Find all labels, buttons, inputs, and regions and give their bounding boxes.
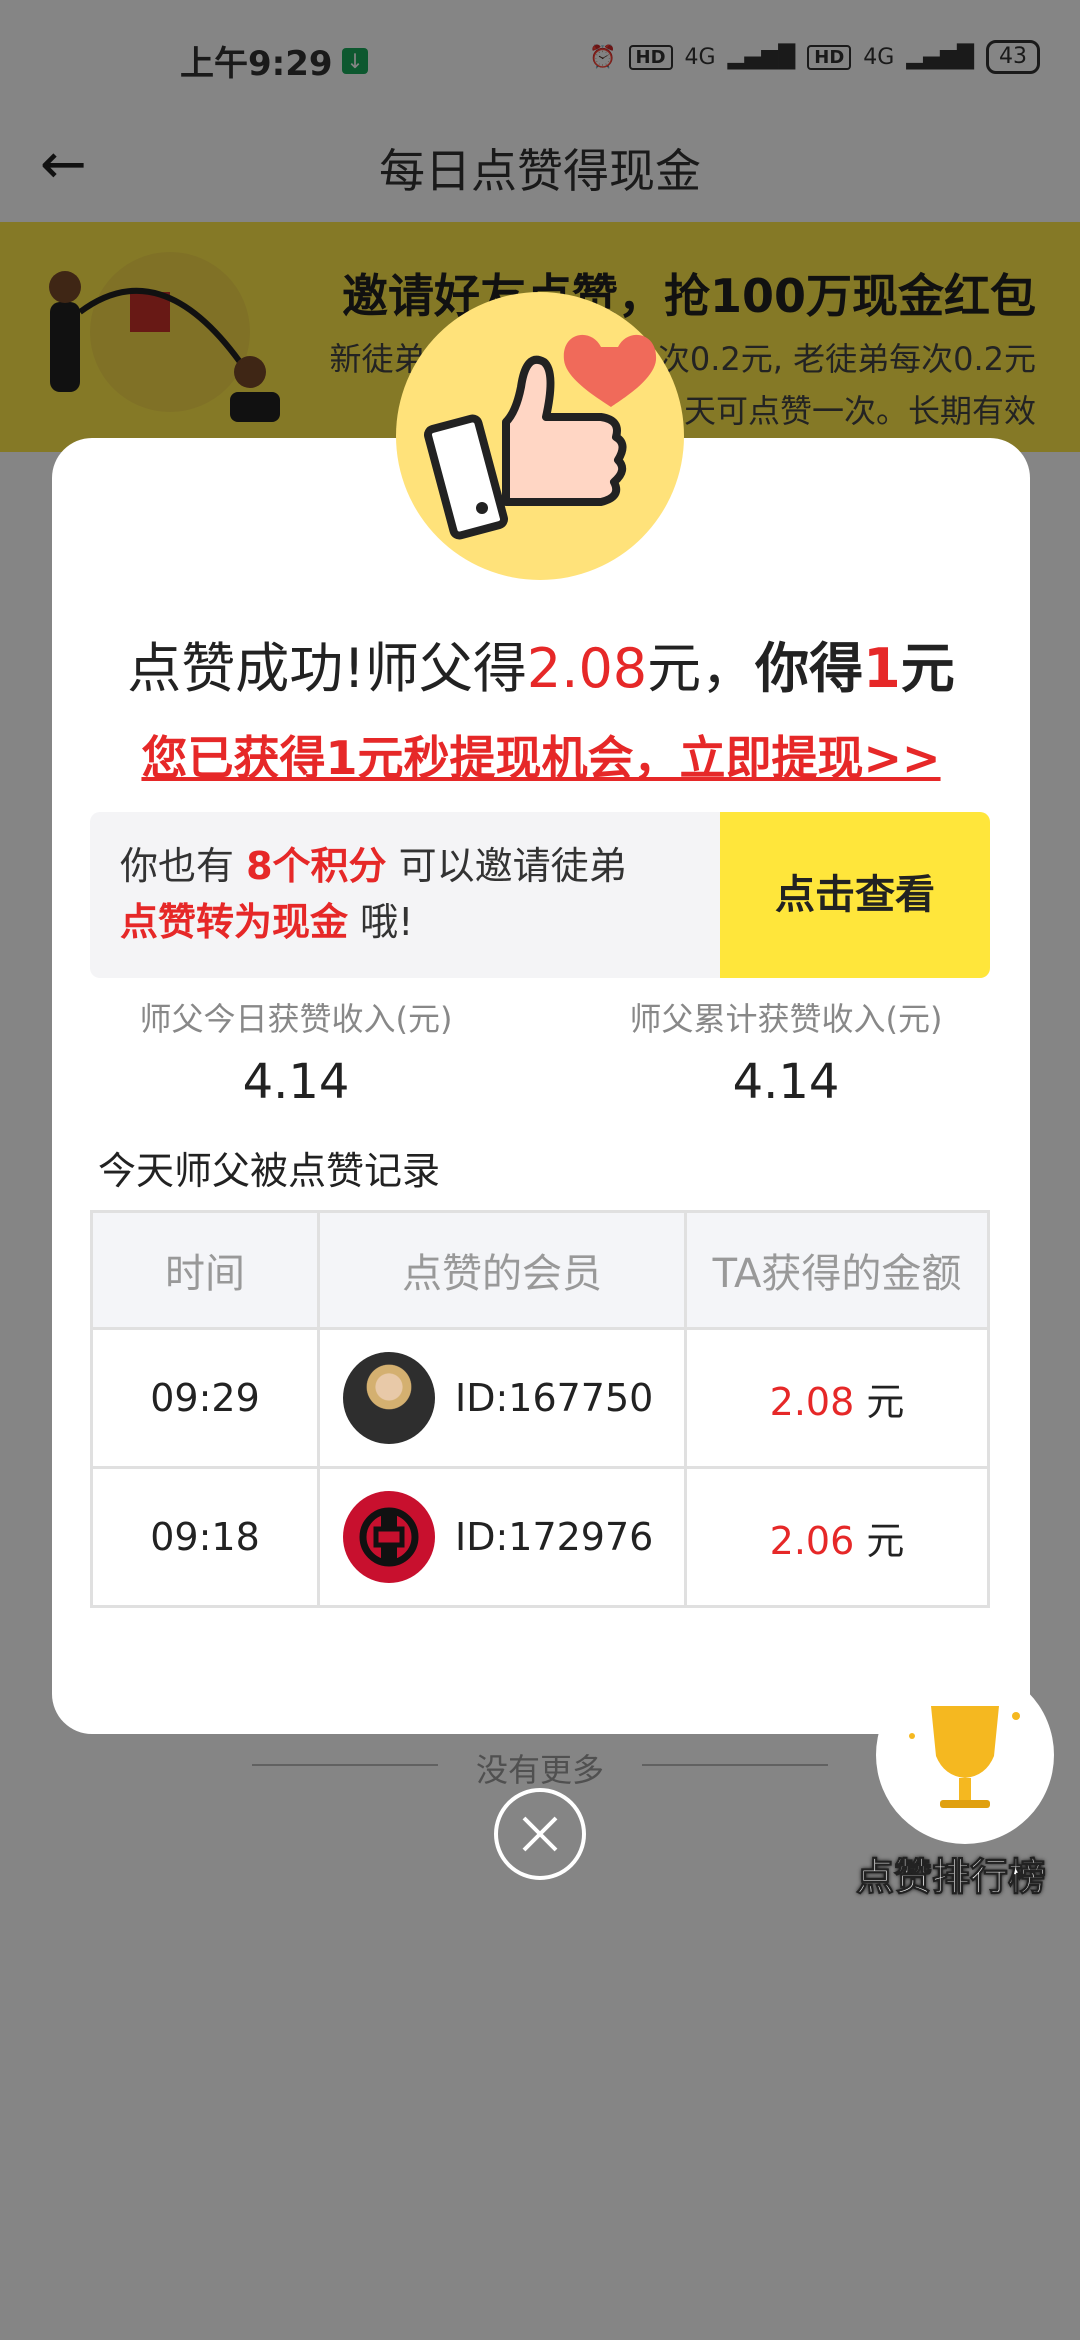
bank-logo-avatar[interactable] xyxy=(343,1491,435,1583)
header-amount: TA获得的金额 xyxy=(684,1210,990,1330)
table-row: 09:29 ID:167750 2.08 元 xyxy=(90,1327,990,1469)
amount-unit: 元 xyxy=(866,1518,905,1563)
your-amount: 1 xyxy=(863,637,901,700)
stat-today-label: 师父今日获赞收入(元) xyxy=(139,1000,453,1038)
rank-button[interactable] xyxy=(876,1666,1054,1844)
invite-box: 你也有 8个积分 可以邀请徒弟 点赞转为现金 哦! 点击查看 xyxy=(90,812,990,978)
stat-today: 师父今日获赞收入(元) 4.14 xyxy=(96,994,496,1110)
your-unit: 元 xyxy=(900,637,955,700)
trophy-icon xyxy=(909,1706,1020,1808)
stat-total-value: 4.14 xyxy=(732,1054,840,1110)
row-time: 09:29 xyxy=(90,1327,320,1469)
rank-label[interactable]: 点赞排行榜 xyxy=(855,1846,1046,1901)
points-count: 8个积分 xyxy=(246,844,387,888)
table-row: 09:18 ID:172976 2.06 元 xyxy=(90,1466,990,1608)
row-member: ID:167750 xyxy=(317,1327,687,1469)
you-get-label: 你得 xyxy=(755,637,864,700)
amount-unit: 元 xyxy=(866,1379,905,1424)
member-id: ID:167750 xyxy=(455,1376,654,1420)
stat-total: 师父累计获赞收入(元) 4.14 xyxy=(586,994,986,1110)
withdraw-link[interactable]: 您已获得1元秒提现机会，立即提现>> xyxy=(52,722,1030,788)
invite-text-a: 你也有 xyxy=(120,844,247,888)
invite-text-c: 哦! xyxy=(348,900,414,944)
amount-value: 2.06 xyxy=(769,1518,855,1563)
stat-total-label: 师父累计获赞收入(元) xyxy=(629,1000,943,1038)
records-table: 时间 点赞的会员 TA获得的金额 09:29 ID:167750 2.08 元 … xyxy=(90,1210,990,1608)
success-mid: 元， xyxy=(647,637,756,700)
close-button[interactable] xyxy=(494,1788,586,1880)
amount-value: 2.08 xyxy=(769,1379,855,1424)
thumbs-up-heart-icon xyxy=(396,292,684,580)
stat-today-value: 4.14 xyxy=(242,1054,350,1110)
invite-text-b: 可以邀请徒弟 xyxy=(386,844,627,888)
invite-text: 你也有 8个积分 可以邀请徒弟 点赞转为现金 哦! xyxy=(120,838,627,950)
avatar[interactable] xyxy=(343,1352,435,1444)
row-amount: 2.06 元 xyxy=(684,1466,990,1608)
view-button[interactable]: 点击查看 xyxy=(720,812,990,978)
header-member: 点赞的会员 xyxy=(317,1210,687,1330)
bank-logo-icon xyxy=(359,1507,419,1567)
records-title: 今天师父被点赞记录 xyxy=(98,1149,441,1193)
row-member: ID:172976 xyxy=(317,1466,687,1608)
close-icon xyxy=(522,1816,558,1852)
master-amount: 2.08 xyxy=(526,637,648,700)
success-message: 点赞成功!师父得2.08元，你得1元 xyxy=(52,624,1030,703)
row-time: 09:18 xyxy=(90,1466,320,1608)
convert-text: 点赞转为现金 xyxy=(120,900,349,944)
table-header-row: 时间 点赞的会员 TA获得的金额 xyxy=(90,1210,990,1330)
header-time: 时间 xyxy=(90,1210,320,1330)
success-prefix: 点赞成功!师父得 xyxy=(127,637,527,700)
row-amount: 2.08 元 xyxy=(684,1327,990,1469)
member-id: ID:172976 xyxy=(455,1515,654,1559)
